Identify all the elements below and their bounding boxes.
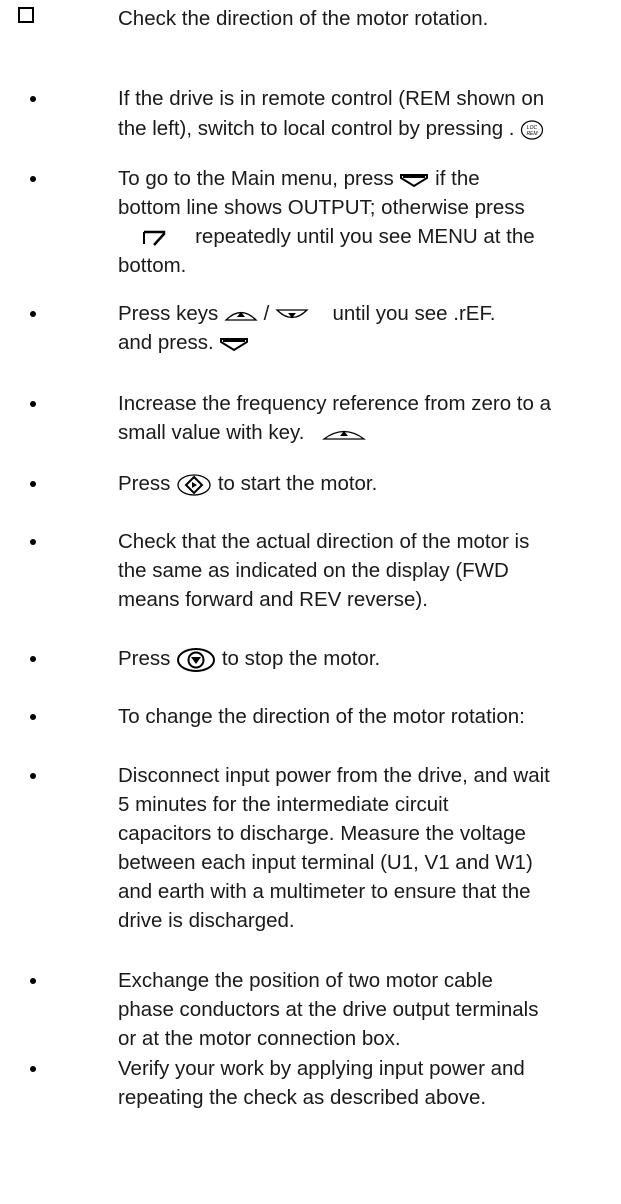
bullet-icon: [30, 539, 36, 545]
bullet-icon: [30, 978, 36, 984]
svg-text:REM: REM: [527, 131, 539, 137]
step-text: Exchange the position of two motor cable: [118, 969, 493, 992]
step-text: To change the direction of the motor rot…: [118, 705, 525, 728]
bullet-icon: [30, 401, 36, 407]
bullet-icon: [30, 773, 36, 779]
step-text: phase conductors at the drive output ter…: [118, 998, 539, 1021]
checkbox-icon: [18, 7, 34, 23]
step-text: repeating the check as described above.: [118, 1086, 487, 1109]
step-text: the left), switch to local control by pr…: [118, 114, 621, 143]
bullet-icon: [30, 481, 36, 487]
step-text: capacitors to discharge. Measure the vol…: [118, 822, 526, 845]
bullet-icon: [30, 96, 36, 102]
step-text: and earth with a multimeter to ensure th…: [118, 880, 531, 903]
step-text: Press to start the motor.: [118, 472, 378, 497]
step-text: Disconnect input power from the drive, a…: [118, 764, 550, 787]
menu-key-icon: [219, 336, 249, 352]
bullet-icon: [30, 311, 36, 317]
bullet-icon: [30, 714, 36, 720]
stop-key-icon: [176, 647, 216, 673]
step-text: Press keys / until you see .rEF.: [118, 302, 496, 325]
step-text: bottom line shows OUTPUT; otherwise pres…: [118, 196, 525, 219]
step-text: Check that the actual direction of the m…: [118, 530, 530, 553]
down-key-icon: [275, 307, 309, 323]
bullet-icon: [30, 1066, 36, 1072]
step-text: and press.: [118, 328, 621, 357]
step-text: To go to the Main menu, press if the: [118, 167, 480, 190]
step-text: or at the motor connection box.: [118, 1027, 401, 1050]
step-text: repeatedly until you see MENU at the: [118, 222, 621, 251]
menu-key-icon: [399, 172, 429, 188]
step-text: If the drive is in remote control (REM s…: [118, 87, 545, 110]
bullet-icon: [30, 176, 36, 182]
heading-text: Check the direction of the motor rotatio…: [118, 7, 489, 30]
up-key-icon: [321, 426, 366, 442]
bullet-icon: [30, 656, 36, 662]
step-text: bottom.: [118, 254, 187, 277]
start-key-icon: [176, 473, 212, 497]
step-text: Press to stop the motor.: [118, 644, 621, 673]
step-text: Verify your work by applying input power…: [118, 1057, 525, 1080]
step-text: between each input terminal (U1, V1 and …: [118, 851, 533, 874]
step-text: drive is discharged.: [118, 909, 295, 932]
step-text: means forward and REV reverse).: [118, 588, 428, 611]
step-text: small value with key.: [118, 418, 621, 447]
loc-rem-key-icon: LOC REM: [520, 119, 544, 141]
step-text: the same as indicated on the display (FW…: [118, 559, 509, 582]
up-key-icon: [224, 307, 258, 323]
step-text: Increase the frequency reference from ze…: [118, 392, 552, 415]
exit-key-icon: [142, 229, 166, 247]
step-text: 5 minutes for the intermediate circuit: [118, 793, 449, 816]
